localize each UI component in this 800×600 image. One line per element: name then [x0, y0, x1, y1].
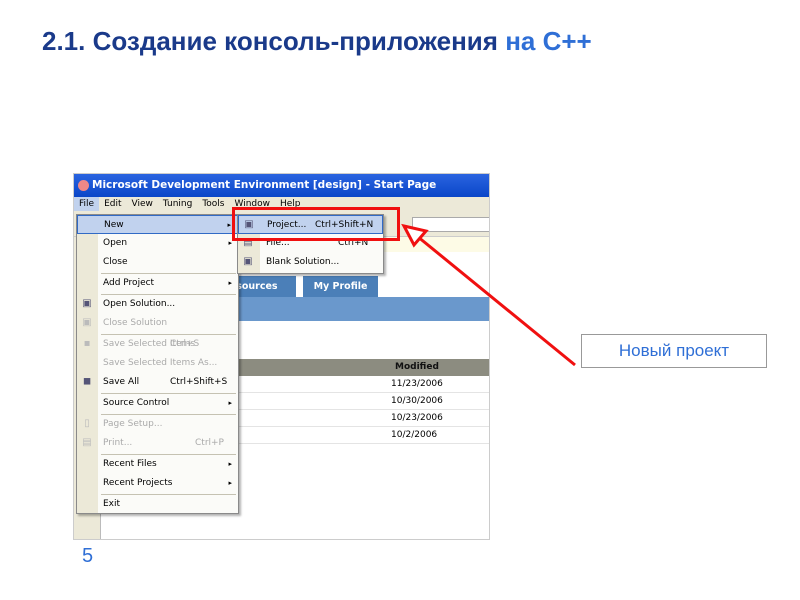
- page-number: 5: [82, 545, 94, 567]
- callout-new-project: Новый проект: [581, 334, 767, 368]
- pointer-arrow: [401, 223, 576, 367]
